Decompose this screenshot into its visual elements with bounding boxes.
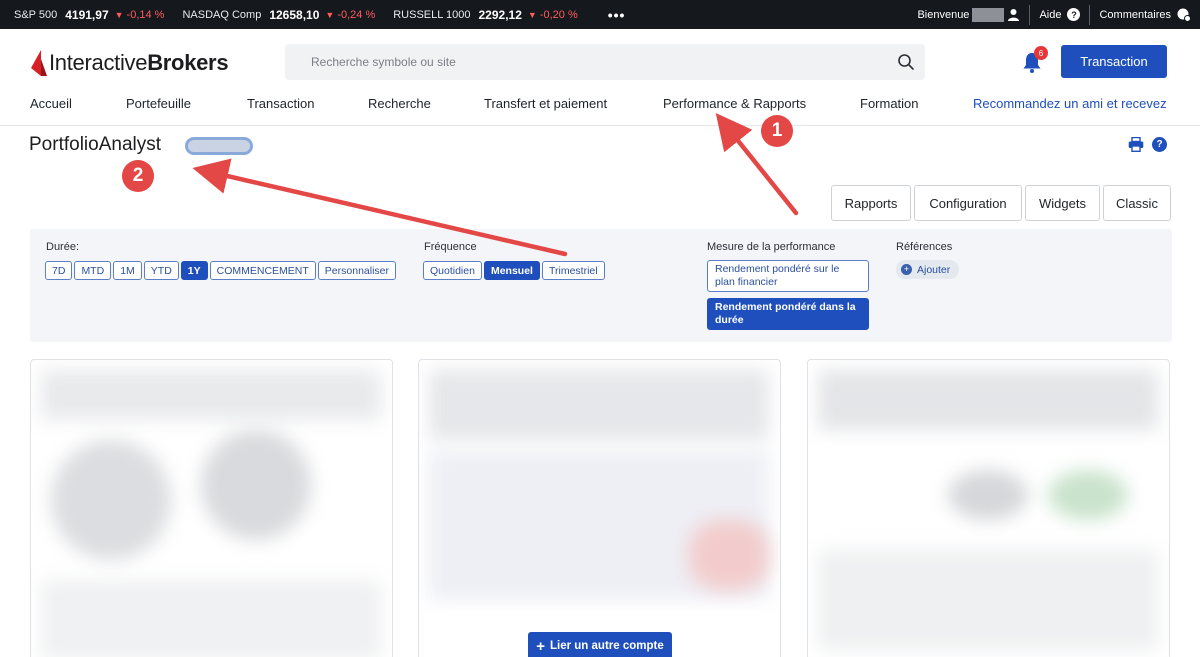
filters-panel: Durée: 7D MTD 1M YTD 1Y COMMENCEMENT Per… [30,229,1172,342]
tab-classic[interactable]: Classic [1103,185,1171,221]
duration-label: Durée: [46,241,80,253]
measure-time-weighted[interactable]: Rendement pondéré dans la durée [707,298,869,330]
more-tickers-button[interactable]: ••• [608,7,626,23]
nav-item-portefeuille[interactable]: Portefeuille [126,96,191,111]
frequency-label: Fréquence [424,241,477,253]
notification-count-badge: 6 [1034,46,1048,60]
blurred-content [51,440,171,560]
blurred-content [1048,470,1128,520]
help-icon[interactable]: ? [1152,137,1167,152]
frequency-mensuel[interactable]: Mensuel [483,261,540,280]
blurred-content [818,550,1158,650]
tab-configuration[interactable]: Configuration [914,185,1022,221]
user-menu[interactable]: Bienvenue [908,5,1029,25]
nav-item-accueil[interactable]: Accueil [30,96,72,111]
blurred-content [818,370,1158,430]
chat-bubble-icon [1177,8,1191,22]
blurred-content [689,520,769,590]
page-title: PortfolioAnalyst [29,134,162,155]
duration-1y[interactable]: 1Y [180,261,208,280]
frequency-quotidien[interactable]: Quotidien [423,261,482,280]
nav-item-transaction[interactable]: Transaction [247,96,314,111]
feedback-label: Commentaires [1099,8,1171,21]
tab-rapports[interactable]: Rapports [831,185,911,221]
nav-item-transfert[interactable]: Transfert et paiement [484,96,607,111]
blurred-content [948,470,1028,520]
welcome-text: Bienvenue [917,8,970,21]
link-account-label: Lier un autre compte [550,640,664,652]
ticker-price: 4191,97 [65,7,109,22]
blurred-content [41,580,381,657]
widget-card-3 [807,359,1170,657]
measure-money-weighted[interactable]: Rendement pondéré sur le plan financier [707,260,869,292]
widget-card-1 [30,359,393,657]
down-triangle-icon: ▼ [527,9,537,20]
duration-ytd[interactable]: YTD [143,261,179,280]
ticker-change: -0,20 % [539,8,578,21]
interactive-brokers-logo[interactable]: Interactive Brokers [29,50,229,76]
help-label: Aide [1039,8,1062,21]
ticker-price: 2292,12 [478,7,522,22]
market-ticker-bar: S&P 500 4191,97 ▼ -0,14 % NASDAQ Comp 12… [0,0,1200,29]
help-link[interactable]: Aide ? [1029,4,1089,25]
ticker-name: S&P 500 [14,8,58,21]
ticker-name: RUSSELL 1000 [393,8,471,21]
ib-logo-mark-icon [31,50,47,76]
search-placeholder: Recherche symbole ou site [311,55,456,69]
annotation-marker-2: 2 [122,160,154,192]
plus-icon: + [536,637,545,655]
annotation-marker-1: 1 [761,115,793,147]
duration-personnaliser[interactable]: Personnaliser [317,261,396,280]
widget-card-2 [418,359,781,657]
logo-text-interactive: Interactive [49,50,148,75]
down-triangle-icon: ▼ [114,9,124,20]
frequency-options: Quotidien Mensuel Trimestriel [423,261,607,280]
ticker-change: -0,14 % [126,8,165,21]
nav-item-performance-rapports[interactable]: Performance & Rapports [663,96,806,111]
account-selector-redacted[interactable] [185,137,253,155]
frequency-trimestriel[interactable]: Trimestriel [541,261,605,280]
duration-mtd[interactable]: MTD [74,261,112,280]
logo-text-brokers: Brokers [147,50,229,75]
notifications-button[interactable]: 6 [1020,46,1048,76]
page-tools: ? [1128,137,1167,152]
ticker-name: NASDAQ Comp [182,8,262,21]
ticker-nasdaq[interactable]: NASDAQ Comp 12658,10 ▼ -0,24 % [182,8,375,22]
duration-1m[interactable]: 1M [113,261,142,280]
duration-commencement[interactable]: COMMENCEMENT [209,261,316,280]
nav-item-formation[interactable]: Formation [860,96,919,111]
add-reference-button[interactable]: + Ajouter [896,260,960,279]
nav-item-recherche[interactable]: Recherche [368,96,431,111]
view-tabs: Rapports Configuration Widgets Classic [831,185,1174,221]
ticker-russell[interactable]: RUSSELL 1000 2292,12 ▼ -0,20 % [393,8,578,22]
plus-icon: + [901,264,912,275]
down-triangle-icon: ▼ [325,9,335,20]
main-navigation: Accueil Portefeuille Transaction Recherc… [0,92,1200,126]
tab-widgets[interactable]: Widgets [1025,185,1100,221]
help-icon: ? [1067,8,1081,21]
link-another-account-button[interactable]: + Lier un autre compte [528,632,672,657]
ticker-price: 12658,10 [269,7,320,22]
blurred-content [201,430,311,540]
ticker-right-links: Bienvenue Aide ? Commentaires [908,0,1200,29]
nav-item-referral-promo[interactable]: Recommandez un ami et recevez [973,96,1169,111]
blurred-content [429,370,769,440]
user-icon [1008,9,1020,21]
duration-7d[interactable]: 7D [45,261,73,280]
references-label: Références [896,241,953,253]
performance-measure-label: Mesure de la performance [707,241,836,253]
transaction-button[interactable]: Transaction [1061,45,1167,78]
blurred-content [41,370,381,420]
feedback-link[interactable]: Commentaires [1089,4,1200,25]
redacted-username [972,7,1005,22]
ticker-sp500[interactable]: S&P 500 4191,97 ▼ -0,14 % [14,8,164,22]
symbol-search-input[interactable]: Recherche symbole ou site [285,44,925,80]
add-reference-label: Ajouter [917,263,951,276]
duration-options: 7D MTD 1M YTD 1Y COMMENCEMENT Personnali… [45,261,398,280]
ticker-change: -0,24 % [337,8,376,21]
search-icon[interactable] [897,53,915,71]
printer-icon[interactable] [1128,137,1144,152]
